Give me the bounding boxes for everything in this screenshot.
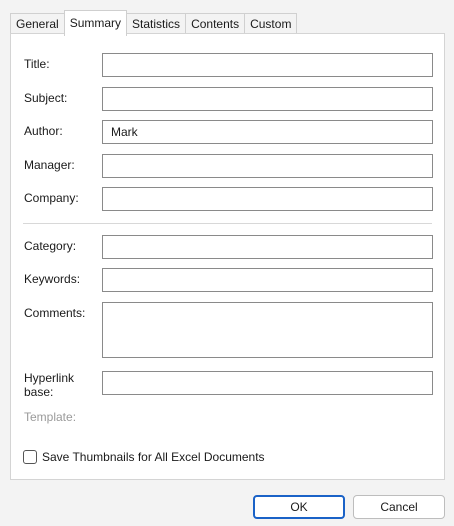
tab-contents[interactable]: Contents <box>185 13 246 35</box>
hyperlink-base-label: Hyperlink base: <box>24 371 74 399</box>
comments-field[interactable] <box>102 302 433 358</box>
category-label: Category: <box>24 239 77 253</box>
comments-row: Comments: <box>23 302 433 358</box>
cancel-button[interactable]: Cancel <box>353 495 445 519</box>
company-label: Company: <box>24 191 79 205</box>
subject-label: Subject: <box>24 91 68 105</box>
author-label: Author: <box>24 124 63 138</box>
keywords-field[interactable] <box>102 268 433 292</box>
save-thumbnails-checkbox[interactable] <box>23 450 37 464</box>
keywords-label: Keywords: <box>24 272 81 286</box>
hyperlink-base-label-line1: Hyperlink <box>24 371 75 385</box>
manager-field[interactable] <box>102 154 433 178</box>
ok-button[interactable]: OK <box>253 495 345 519</box>
subject-row: Subject: <box>23 87 433 111</box>
tab-custom[interactable]: Custom <box>244 13 298 35</box>
section-divider <box>23 223 432 224</box>
category-row: Category: <box>23 235 433 259</box>
template-row: Template: <box>23 406 432 430</box>
company-row: Company: <box>23 187 433 211</box>
hyperlink-base-label-line2: base: <box>24 385 54 399</box>
tab-statistics[interactable]: Statistics <box>126 13 187 35</box>
category-field[interactable] <box>102 235 433 259</box>
title-field[interactable] <box>102 53 433 77</box>
save-thumbnails-option[interactable]: Save Thumbnails for All Excel Documents <box>23 448 265 466</box>
author-field[interactable]: Mark <box>102 120 433 144</box>
hyperlink-base-field[interactable] <box>102 371 433 395</box>
title-label: Title: <box>24 57 50 71</box>
subject-field[interactable] <box>102 87 433 111</box>
tab-summary[interactable]: Summary <box>63 10 128 36</box>
template-label: Template: <box>24 410 77 424</box>
title-row: Title: <box>23 53 433 77</box>
tab-strip: General Summary Statistics Contents Cust… <box>10 10 298 36</box>
author-row: Author: Mark <box>23 120 433 144</box>
hyperlink-base-row: Hyperlink base: <box>23 371 433 399</box>
comments-label: Comments: <box>24 306 86 320</box>
save-thumbnails-label: Save Thumbnails for All Excel Documents <box>42 450 265 464</box>
company-field[interactable] <box>102 187 433 211</box>
tab-general[interactable]: General <box>10 13 65 35</box>
keywords-row: Keywords: <box>23 268 433 292</box>
manager-label: Manager: <box>24 158 75 172</box>
manager-row: Manager: <box>23 154 433 178</box>
summary-panel: Title: Subject: Author: Mark Manager: Co… <box>10 33 445 480</box>
